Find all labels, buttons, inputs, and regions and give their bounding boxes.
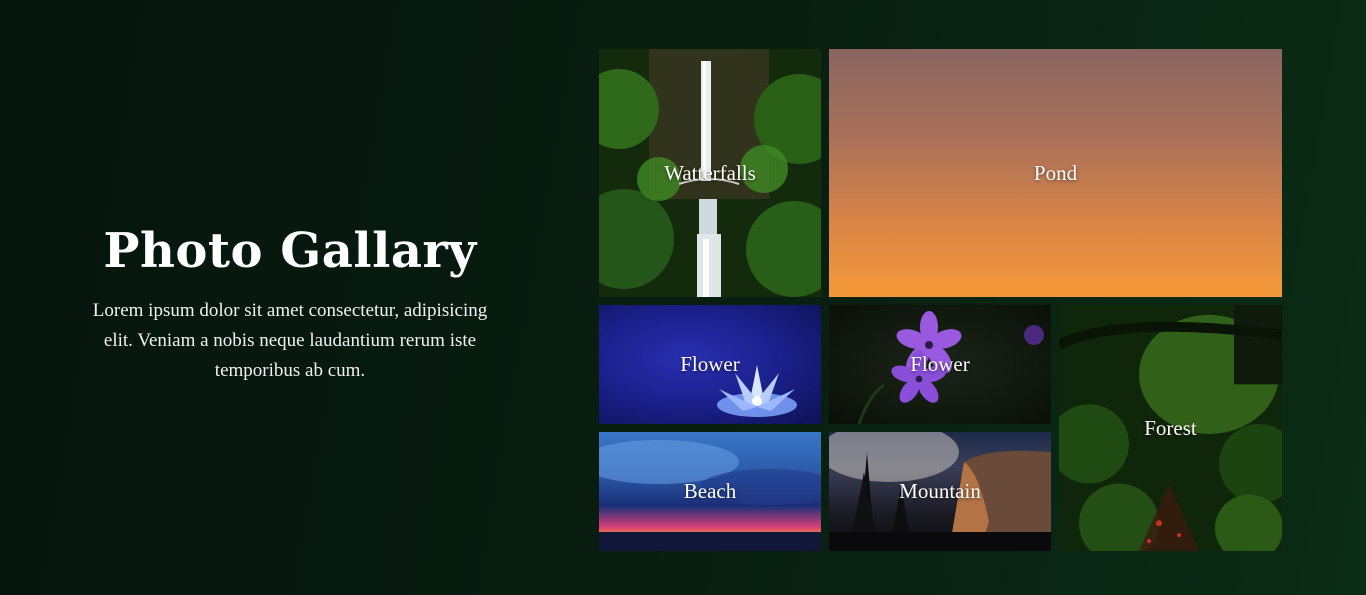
gallery-tile-waterfalls[interactable]: Watterfalls — [599, 49, 821, 297]
tile-label-flower-purple: Flower — [910, 352, 970, 376]
intro-description: Lorem ipsum dolor sit amet consectetur, … — [92, 300, 488, 381]
page-title: Photo Gallary — [103, 223, 477, 279]
photo-gallery-grid: Watterfalls Pond Flower Flower Forest Be… — [599, 49, 1282, 552]
gallery-tile-beach[interactable]: Beach — [599, 432, 821, 551]
gallery-tile-pond[interactable]: Pond — [829, 49, 1282, 297]
gallery-tile-flower-purple[interactable]: Flower — [829, 305, 1051, 424]
gallery-tile-flower-blue[interactable]: Flower — [599, 305, 821, 424]
intro-section: Photo Gallary Lorem ipsum dolor sit amet… — [90, 222, 490, 386]
tile-label-flower-blue: Flower — [680, 352, 740, 376]
gallery-tile-mountain[interactable]: Mountain — [829, 432, 1051, 551]
tile-label-waterfalls: Watterfalls — [664, 160, 756, 185]
tile-label-pond: Pond — [1033, 160, 1078, 185]
tile-label-forest: Forest — [1144, 415, 1197, 440]
gallery-tile-forest[interactable]: Forest — [1059, 305, 1282, 551]
tile-label-mountain: Mountain — [899, 479, 981, 503]
tile-label-beach: Beach — [683, 479, 737, 503]
